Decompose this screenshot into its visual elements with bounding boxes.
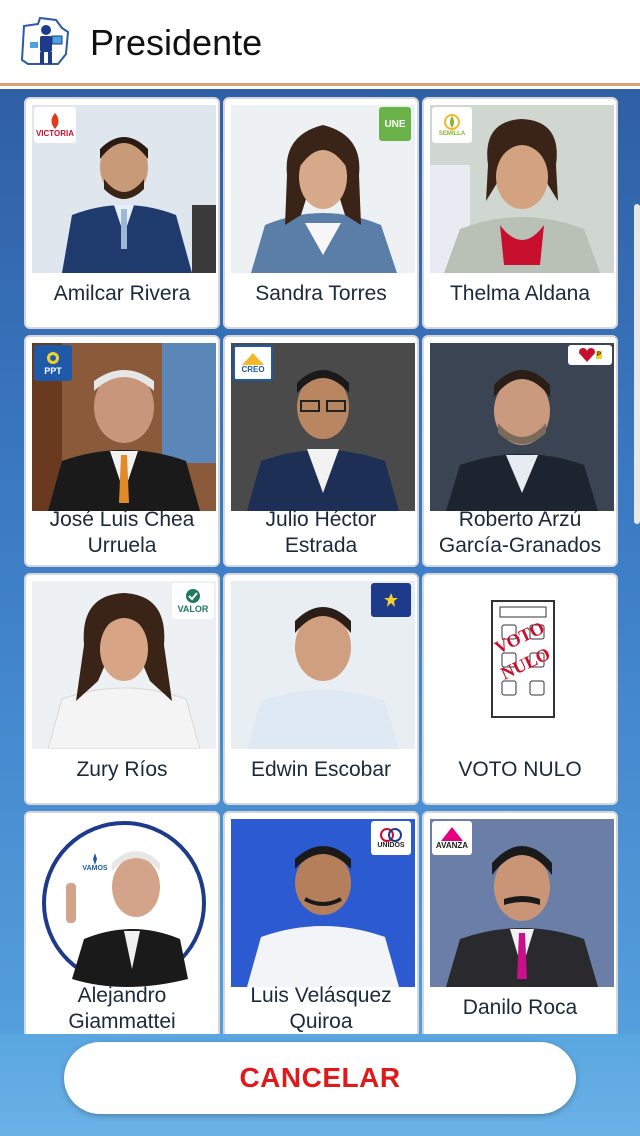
candidate-name: Roberto Arzú García-Granados bbox=[424, 507, 616, 559]
candidate-name-line: Urruela bbox=[87, 534, 157, 557]
candidate-card[interactable]: VAMOS Alejandro Giammattei bbox=[24, 811, 220, 1043]
party-logo-icon: UNE bbox=[379, 107, 411, 141]
app-header: Presidente bbox=[0, 0, 640, 86]
party-logo-icon: AVANZA bbox=[432, 821, 472, 855]
candidate-card[interactable]: AVANZA Danilo Roca bbox=[422, 811, 618, 1043]
scrollbar[interactable] bbox=[634, 204, 640, 524]
candidate-grid: VICTORIA Amilcar Rivera UNE Sandra Torre… bbox=[0, 89, 640, 1136]
candidate-name-line: José Luis Chea bbox=[49, 508, 195, 531]
page-title: Presidente bbox=[90, 22, 263, 63]
party-logo-icon: VICTORIA bbox=[34, 107, 76, 143]
candidate-name: Julio Héctor Estrada bbox=[225, 507, 417, 559]
candidate-card[interactable]: UNIDOS Luis Velásquez Quiroa bbox=[223, 811, 419, 1043]
candidate-photo bbox=[430, 343, 614, 511]
party-logo-icon: VALOR bbox=[172, 583, 214, 619]
candidate-name: Zury Ríos bbox=[76, 758, 168, 781]
candidate-card[interactable]: P Roberto Arzú García-Granados bbox=[422, 335, 618, 567]
party-logo-icon: P bbox=[568, 345, 612, 365]
candidate-name-line: Quiroa bbox=[289, 1010, 353, 1033]
party-logo-icon: CREO bbox=[233, 345, 273, 381]
candidate-card[interactable]: CREO Julio Héctor Estrada bbox=[223, 335, 419, 567]
candidate-card[interactable]: UNE Sandra Torres bbox=[223, 97, 419, 329]
candidate-name: José Luis Chea Urruela bbox=[26, 507, 218, 559]
candidate-card[interactable]: VICTORIA Amilcar Rivera bbox=[24, 97, 220, 329]
voter-logo-icon bbox=[20, 16, 70, 65]
candidate-name: Alejandro Giammattei bbox=[26, 983, 218, 1035]
candidate-name: Edwin Escobar bbox=[250, 758, 392, 781]
candidate-card[interactable]: Edwin Escobar bbox=[223, 573, 419, 805]
candidate-name-line: Roberto Arzú bbox=[458, 508, 582, 531]
null-vote-label: VOTO NULO bbox=[458, 758, 582, 781]
party-logo-icon bbox=[371, 583, 411, 617]
party-logo-icon: VAMOS bbox=[78, 847, 112, 877]
candidate-name: Amilcar Rivera bbox=[53, 282, 191, 305]
candidate-name: Thelma Aldana bbox=[449, 282, 591, 305]
null-vote-ballot-icon: VOTO NULO bbox=[430, 581, 614, 749]
null-vote-card[interactable]: VOTO NULO VOTO NULO bbox=[422, 573, 618, 805]
party-logo-icon: PPT bbox=[34, 345, 72, 381]
candidate-card[interactable]: PPT José Luis Chea Urruela bbox=[24, 335, 220, 567]
party-logo-icon: SEMILLA bbox=[432, 107, 472, 143]
candidate-name: Luis Velásquez Quiroa bbox=[225, 983, 417, 1035]
candidate-card[interactable]: VALOR Zury Ríos bbox=[24, 573, 220, 805]
candidate-card[interactable]: SEMILLA Thelma Aldana bbox=[422, 97, 618, 329]
cancel-button[interactable]: CANCELAR bbox=[64, 1042, 576, 1114]
candidate-name-line: Estrada bbox=[284, 534, 358, 557]
candidate-name-line: Julio Héctor bbox=[265, 508, 377, 531]
candidate-name: Danilo Roca bbox=[462, 996, 578, 1019]
candidate-name-line: Giammattei bbox=[68, 1010, 176, 1033]
candidate-name: Sandra Torres bbox=[255, 282, 387, 305]
candidate-name-line: Alejandro bbox=[77, 984, 167, 1007]
candidate-photo bbox=[32, 819, 216, 987]
candidate-name-line: García-Granados bbox=[438, 534, 602, 557]
candidate-name-line: Luis Velásquez bbox=[250, 984, 392, 1007]
party-logo-icon: UNIDOS bbox=[371, 821, 411, 855]
